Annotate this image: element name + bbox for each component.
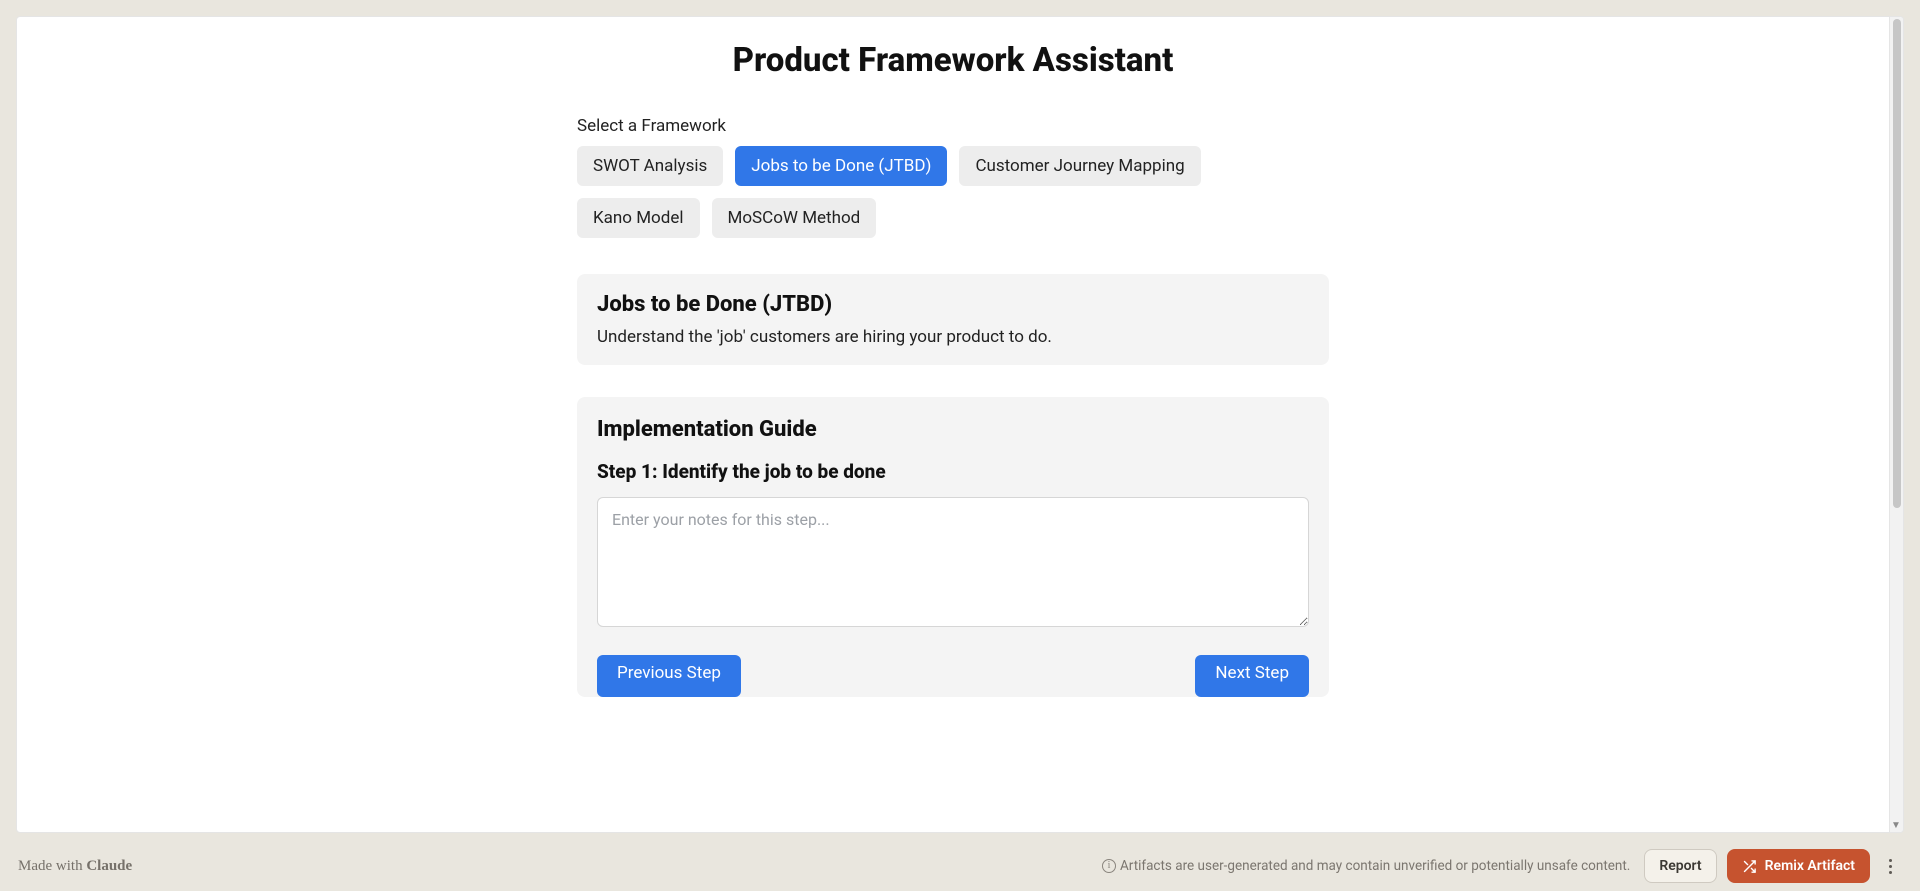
framework-summary-title: Jobs to be Done (JTBD): [597, 292, 1309, 317]
page-title: Product Framework Assistant: [577, 41, 1329, 80]
implementation-guide-panel: Implementation Guide Step 1: Identify th…: [577, 397, 1329, 697]
scrollbar-track[interactable]: ▲ ▼: [1889, 17, 1903, 832]
step-notes-input[interactable]: [597, 497, 1309, 627]
guide-step-title: Step 1: Identify the job to be done: [597, 460, 1309, 483]
disclaimer-text: Artifacts are user-generated and may con…: [1120, 858, 1630, 874]
scroll-area[interactable]: Product Framework Assistant Select a Fra…: [17, 17, 1889, 832]
app-frame: Product Framework Assistant Select a Fra…: [8, 8, 1912, 841]
framework-chip-swot[interactable]: SWOT Analysis: [577, 146, 723, 186]
report-button[interactable]: Report: [1644, 849, 1716, 883]
made-with-brand: Claude: [86, 858, 132, 874]
next-step-label: Next Step: [1215, 665, 1289, 682]
framework-chip-jtbd[interactable]: Jobs to be Done (JTBD): [735, 146, 947, 186]
framework-summary-panel: Jobs to be Done (JTBD) Understand the 'j…: [577, 274, 1329, 365]
previous-step-button[interactable]: Previous Step: [597, 655, 741, 697]
app-canvas: Product Framework Assistant Select a Fra…: [16, 16, 1904, 833]
scrollbar-thumb[interactable]: [1893, 19, 1901, 508]
remix-artifact-button[interactable]: Remix Artifact: [1727, 849, 1870, 883]
footer-bar: Made with Claude i Artifacts are user-ge…: [0, 841, 1920, 891]
next-step-button[interactable]: Next Step: [1195, 655, 1309, 697]
framework-summary-description: Understand the 'job' customers are hirin…: [597, 327, 1309, 347]
report-label: Report: [1659, 858, 1701, 874]
more-menu-button[interactable]: [1878, 859, 1902, 874]
made-with-label: Made with Claude: [18, 858, 132, 875]
framework-chip-cjm[interactable]: Customer Journey Mapping: [959, 146, 1200, 186]
remix-label: Remix Artifact: [1765, 858, 1855, 874]
made-with-prefix: Made with: [18, 858, 86, 874]
scroll-down-icon[interactable]: ▼: [1889, 818, 1903, 832]
framework-chip-kano[interactable]: Kano Model: [577, 198, 700, 238]
framework-chips: SWOT Analysis Jobs to be Done (JTBD) Cus…: [577, 146, 1329, 238]
previous-step-label: Previous Step: [617, 665, 721, 682]
step-navigation: Previous Step Next Step: [597, 655, 1309, 697]
disclaimer: i Artifacts are user-generated and may c…: [1102, 858, 1630, 874]
framework-chip-moscow[interactable]: MoSCoW Method: [712, 198, 877, 238]
main-content: Product Framework Assistant Select a Fra…: [577, 41, 1329, 697]
shuffle-icon: [1742, 859, 1757, 874]
info-icon: i: [1102, 859, 1116, 873]
frameworks-label: Select a Framework: [577, 116, 1329, 136]
guide-heading: Implementation Guide: [597, 417, 1309, 442]
